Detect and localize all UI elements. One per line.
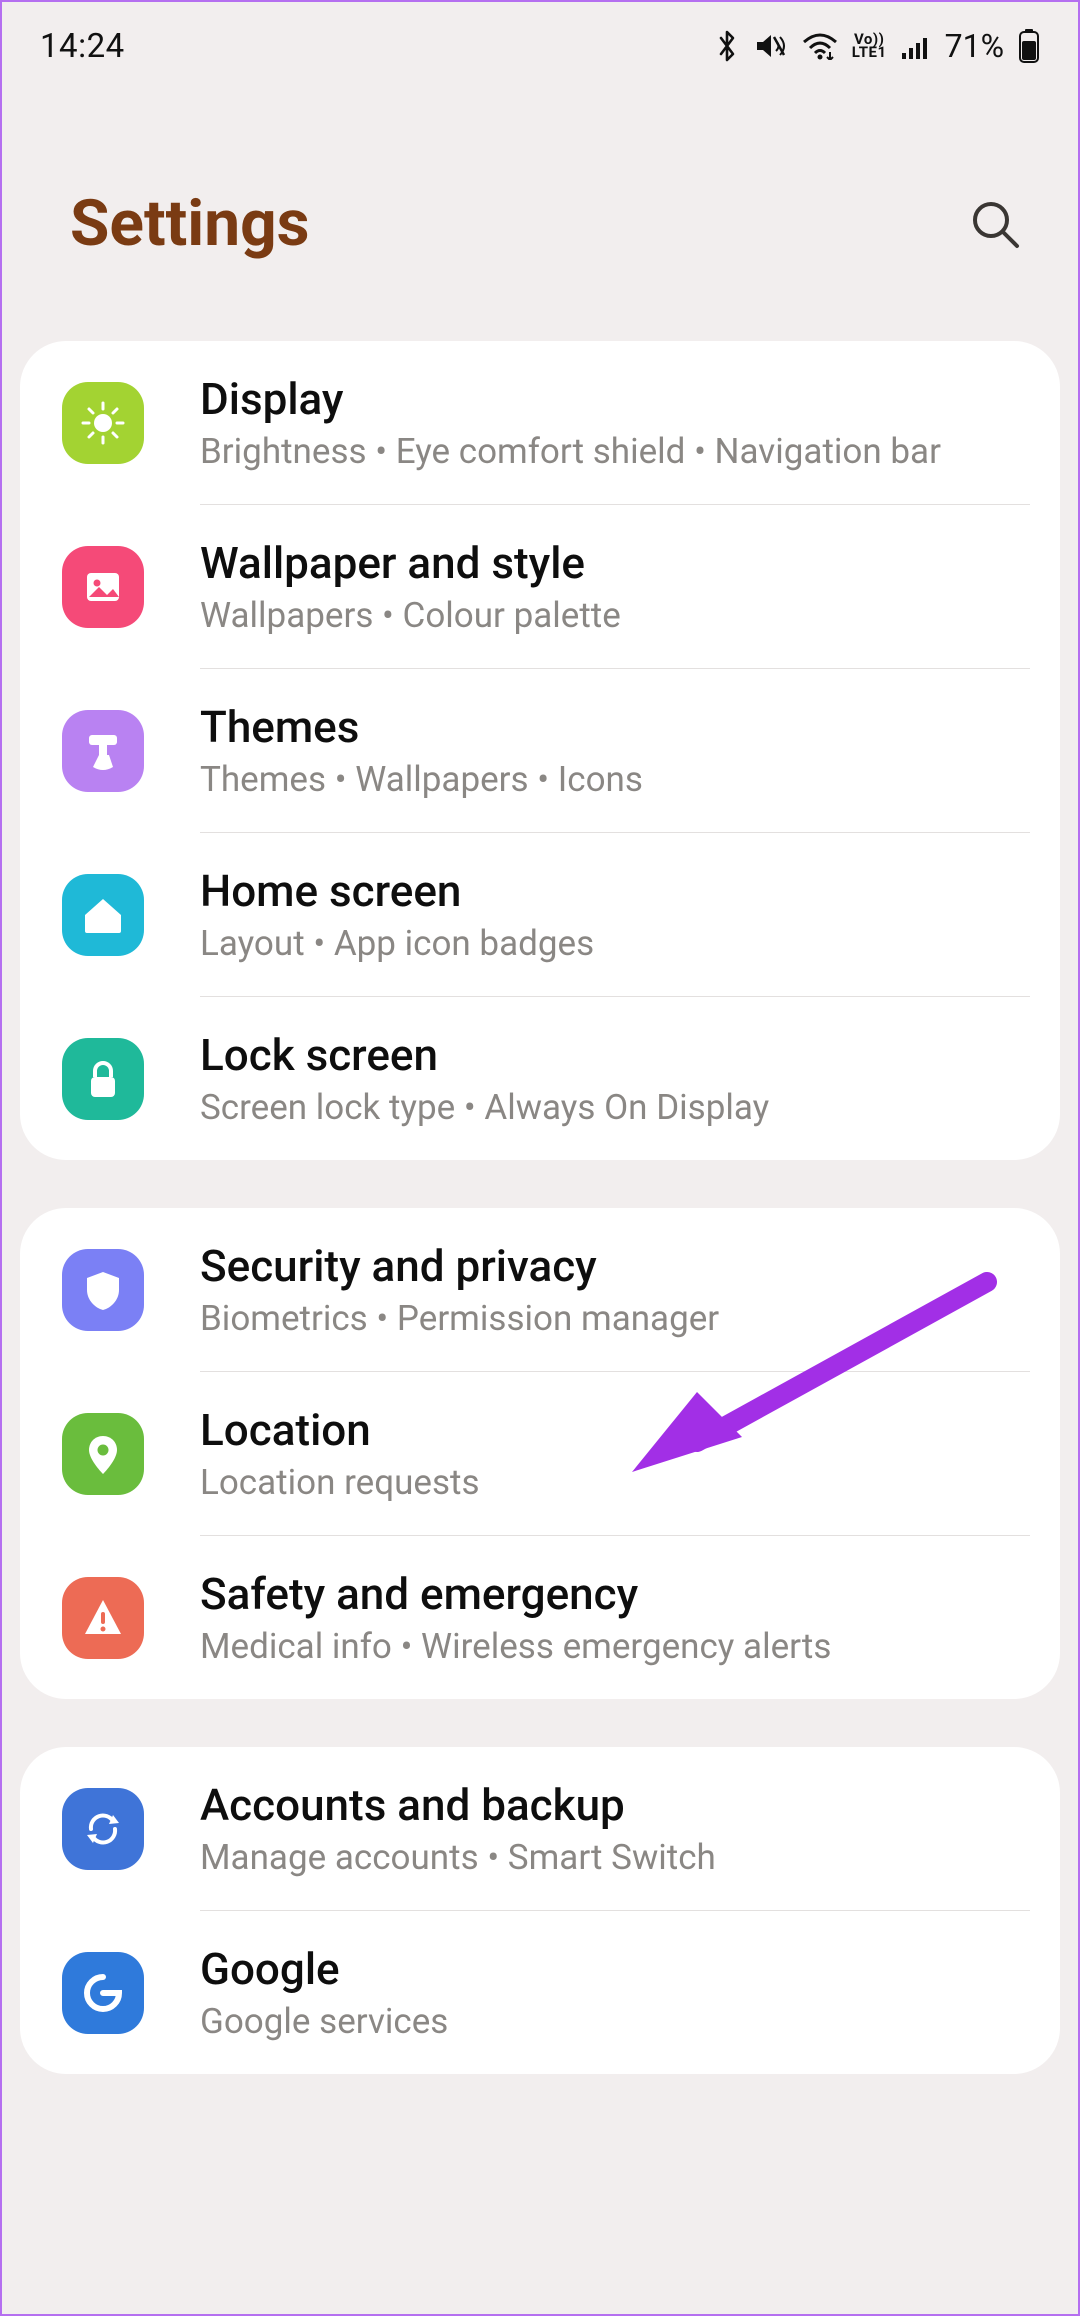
row-text: Home screen Layout • App icon badges [200, 865, 1030, 964]
sun-icon [62, 382, 144, 464]
row-subtitle: Biometrics • Permission manager [200, 1298, 1030, 1339]
row-subtitle: Brightness • Eye comfort shield • Naviga… [200, 431, 1030, 472]
image-icon [62, 546, 144, 628]
settings-row[interactable]: Wallpaper and style Wallpapers • Colour p… [20, 505, 1060, 668]
volte-icon: Vo))LTE1 [852, 33, 887, 60]
battery-percent: 71% [945, 27, 1004, 65]
row-title: Themes [200, 701, 1030, 753]
wifi-icon [802, 32, 838, 60]
settings-row[interactable]: Security and privacy Biometrics • Permiss… [20, 1208, 1060, 1371]
settings-row[interactable]: Safety and emergency Medical info • Wirel… [20, 1536, 1060, 1699]
sync-icon [62, 1788, 144, 1870]
row-text: Accounts and backup Manage accounts • Sma… [200, 1779, 1030, 1878]
page-title: Settings [70, 186, 310, 261]
row-title: Safety and emergency [200, 1568, 1030, 1620]
status-indicators: Vo))LTE1 71% [714, 27, 1040, 65]
settings-row[interactable]: Google Google services [20, 1911, 1060, 2074]
settings-row[interactable]: Themes Themes • Wallpapers • Icons [20, 669, 1060, 832]
search-button[interactable] [967, 196, 1023, 252]
battery-icon [1018, 29, 1040, 63]
row-title: Lock screen [200, 1029, 1030, 1081]
row-subtitle: Wallpapers • Colour palette [200, 595, 1030, 636]
warning-icon [62, 1577, 144, 1659]
pin-icon [62, 1413, 144, 1495]
status-bar: 14:24 Vo))LTE1 71% [2, 6, 1078, 86]
row-subtitle: Layout • App icon badges [200, 923, 1030, 964]
row-subtitle: Screen lock type • Always On Display [200, 1087, 1030, 1128]
row-text: Location Location requests [200, 1404, 1030, 1503]
lock-icon [62, 1038, 144, 1120]
settings-row[interactable]: Home screen Layout • App icon badges [20, 833, 1060, 996]
house-icon [62, 874, 144, 956]
row-title: Security and privacy [200, 1240, 1030, 1292]
mute-icon [754, 31, 788, 61]
settings-group: Display Brightness • Eye comfort shield •… [20, 341, 1060, 1160]
brush-icon [62, 710, 144, 792]
search-icon [967, 196, 1023, 252]
row-text: Security and privacy Biometrics • Permiss… [200, 1240, 1030, 1339]
settings-group: Accounts and backup Manage accounts • Sma… [20, 1747, 1060, 2074]
row-title: Display [200, 373, 1030, 425]
row-title: Google [200, 1943, 1030, 1995]
settings-row[interactable]: Location Location requests [20, 1372, 1060, 1535]
page-header: Settings [2, 86, 1078, 341]
status-time: 14:24 [40, 27, 125, 66]
settings-row[interactable]: Accounts and backup Manage accounts • Sma… [20, 1747, 1060, 1910]
bluetooth-icon [714, 29, 740, 63]
row-text: Display Brightness • Eye comfort shield •… [200, 373, 1030, 472]
settings-row[interactable]: Display Brightness • Eye comfort shield •… [20, 341, 1060, 504]
google-icon [62, 1952, 144, 2034]
row-text: Wallpaper and style Wallpapers • Colour p… [200, 537, 1030, 636]
row-title: Home screen [200, 865, 1030, 917]
row-text: Themes Themes • Wallpapers • Icons [200, 701, 1030, 800]
row-subtitle: Medical info • Wireless emergency alerts [200, 1626, 1030, 1667]
row-text: Google Google services [200, 1943, 1030, 2042]
row-subtitle: Themes • Wallpapers • Icons [200, 759, 1030, 800]
row-title: Accounts and backup [200, 1779, 1030, 1831]
row-text: Lock screen Screen lock type • Always On … [200, 1029, 1030, 1128]
settings-group: Security and privacy Biometrics • Permiss… [20, 1208, 1060, 1699]
settings-row[interactable]: Lock screen Screen lock type • Always On … [20, 997, 1060, 1160]
row-text: Safety and emergency Medical info • Wirel… [200, 1568, 1030, 1667]
row-title: Wallpaper and style [200, 537, 1030, 589]
shield-icon [62, 1249, 144, 1331]
row-subtitle: Location requests [200, 1462, 1030, 1503]
signal-icon [901, 33, 931, 59]
row-subtitle: Google services [200, 2001, 1030, 2042]
row-title: Location [200, 1404, 1030, 1456]
row-subtitle: Manage accounts • Smart Switch [200, 1837, 1030, 1878]
